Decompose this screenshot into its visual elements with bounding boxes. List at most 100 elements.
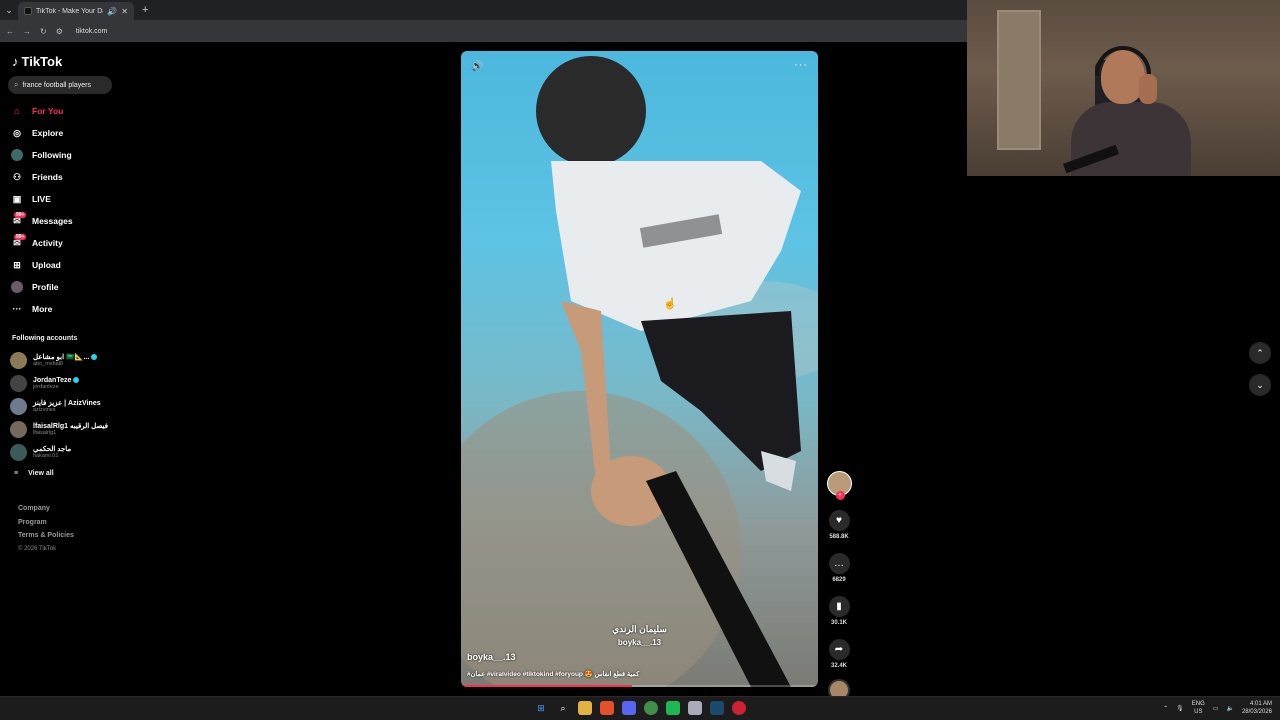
tab-search-chevron-icon[interactable]: ⌄ bbox=[0, 0, 18, 20]
tiktok-logo[interactable]: ♪ TikTok bbox=[12, 54, 62, 69]
tray-chevron-up-icon[interactable]: ⌃ bbox=[1163, 705, 1168, 712]
next-video-chevron-down-icon[interactable]: ⌄ bbox=[1249, 374, 1271, 396]
search-input[interactable]: ⌕ france football players bbox=[8, 76, 112, 94]
nav-messages[interactable]: ✉ 99+ Messages bbox=[10, 210, 120, 232]
nav-label: LIVE bbox=[32, 194, 51, 204]
home-icon: ⌂ bbox=[14, 106, 20, 116]
search-icon: ⌕ bbox=[14, 80, 19, 89]
clock[interactable]: 4:01 AM 28/03/2026 bbox=[1242, 700, 1272, 716]
search-icon[interactable]: ⌕ bbox=[556, 701, 570, 715]
following-account[interactable]: ابو مشاعل 🇸🇦📐... abo_mshal8 bbox=[10, 349, 120, 372]
language-indicator[interactable]: ENG US bbox=[1192, 700, 1205, 716]
nav-profile[interactable]: Profile bbox=[10, 276, 120, 298]
video-player[interactable]: 🔊 ··· سليمان الرندي boyka__.13 boyka__.1… bbox=[461, 51, 818, 687]
following-account[interactable]: عزيز فاينز | AzizVines azizvines bbox=[10, 395, 120, 418]
share-icon[interactable]: ➦ bbox=[828, 639, 850, 660]
view-all-label: View all bbox=[28, 470, 54, 477]
more-options-icon[interactable]: ··· bbox=[794, 59, 808, 71]
notepad-icon[interactable] bbox=[688, 701, 702, 715]
speaker-icon[interactable]: 🔈 bbox=[1226, 705, 1233, 712]
volume-icon[interactable]: 🔊 bbox=[471, 61, 483, 72]
verified-icon bbox=[73, 376, 80, 383]
following-account[interactable]: lfaisalRlg1 فيصل الرقيبه lfaisalrlg1 bbox=[10, 418, 120, 441]
tab-close-icon[interactable]: ✕ bbox=[121, 7, 128, 16]
back-arrow-icon[interactable]: ← bbox=[6, 27, 14, 36]
friends-icon: ⚇ bbox=[12, 171, 22, 182]
nav-more[interactable]: ··· More bbox=[10, 298, 120, 320]
account-name: ابو مشاعل 🇸🇦📐... bbox=[33, 353, 90, 361]
view-all-button[interactable]: ≡ View all bbox=[14, 470, 54, 477]
site-info-icon[interactable]: ⚙ bbox=[56, 27, 63, 36]
footer-terms-link[interactable]: Terms & Policies bbox=[18, 529, 74, 543]
like-count: 588.8K bbox=[829, 534, 849, 540]
account-name: ماجد الحكمي bbox=[33, 445, 72, 453]
account-username: lfaisalrlg1 bbox=[33, 429, 57, 436]
nav-label: More bbox=[32, 304, 53, 314]
network-icon[interactable]: ▭ bbox=[1213, 705, 1219, 712]
like-action[interactable]: ♥ 588.8K bbox=[828, 510, 850, 540]
headset-icon bbox=[1095, 46, 1151, 76]
file-explorer-icon[interactable] bbox=[578, 701, 592, 715]
url-field[interactable]: tiktok.com bbox=[76, 28, 108, 35]
discord-icon[interactable] bbox=[622, 701, 636, 715]
background-door bbox=[997, 10, 1041, 150]
share-action[interactable]: ➦ 32.4K bbox=[828, 639, 850, 669]
creator-avatar[interactable]: + bbox=[826, 471, 852, 500]
comment-icon[interactable]: … bbox=[828, 553, 850, 574]
recording-icon[interactable] bbox=[732, 701, 746, 715]
account-name: lfaisalRlg1 فيصل الرقيبه bbox=[33, 422, 109, 430]
reload-icon[interactable]: ↻ bbox=[40, 27, 47, 36]
browser-tab[interactable]: TikTok - Make Your Day 🔊 ✕ bbox=[18, 2, 134, 20]
tab-title: TikTok - Make Your Day bbox=[36, 7, 104, 15]
nav-label: Following bbox=[32, 150, 72, 160]
progress-fill bbox=[461, 685, 633, 687]
windows-taskbar: ⊞ ⌕ ⌃ 🎙 ENG US ▭ 🔈 4:01 AM 28/03/2026 bbox=[0, 696, 1280, 720]
comment-action[interactable]: … 6829 bbox=[828, 553, 850, 583]
video-caption-username: boyka__.13 bbox=[617, 638, 662, 647]
nav-upload[interactable]: ⊞ Upload bbox=[10, 254, 120, 276]
video-progress-bar[interactable] bbox=[461, 685, 818, 687]
avatar bbox=[10, 375, 27, 392]
save-action[interactable]: ▮ 30.1K bbox=[828, 596, 850, 626]
new-tab-plus-icon[interactable]: + bbox=[142, 4, 148, 16]
nav-friends[interactable]: ⚇ Friends bbox=[10, 166, 120, 188]
account-username: jordanteze bbox=[33, 383, 59, 390]
app-icon-green[interactable] bbox=[666, 701, 680, 715]
streamer-hand bbox=[1139, 74, 1157, 104]
forward-arrow-icon[interactable]: → bbox=[23, 27, 31, 36]
tab-audio-icon[interactable]: 🔊 bbox=[107, 7, 117, 16]
video-author[interactable]: boyka__.13 bbox=[467, 652, 516, 662]
microphone-icon[interactable]: 🎙 bbox=[1176, 705, 1184, 712]
video-actions: + ♥ 588.8K … 6829 ▮ 30.1K ➦ 32.4K bbox=[826, 471, 852, 701]
lang-top: ENG bbox=[1191, 701, 1205, 707]
mouse-cursor-icon: ☝ bbox=[663, 298, 677, 310]
video-description[interactable]: #عمان #viralvideo #tiktokind #foryoup 😍 … bbox=[467, 670, 639, 678]
avatar bbox=[10, 421, 27, 438]
activity-badge: 99+ bbox=[14, 234, 27, 240]
account-username: hakami.01 bbox=[33, 452, 59, 459]
windows-start-icon[interactable]: ⊞ bbox=[534, 701, 548, 715]
nav-for-you[interactable]: ⌂ For You bbox=[10, 100, 120, 122]
sidebar: ♪ TikTok ⌕ france football players ⌂ For… bbox=[0, 42, 120, 696]
nav-label: Activity bbox=[32, 238, 63, 248]
following-account[interactable]: JordanTeze jordanteze bbox=[10, 372, 120, 395]
account-username: azizvines bbox=[33, 406, 56, 413]
avatar bbox=[10, 398, 27, 415]
browser-tab-bar: ⌄ TikTok - Make Your Day 🔊 ✕ + bbox=[0, 0, 967, 20]
following-account[interactable]: ماجد الحكمي hakami.01 bbox=[10, 441, 120, 464]
bookmark-icon[interactable]: ▮ bbox=[828, 596, 850, 617]
follow-plus-icon[interactable]: + bbox=[835, 491, 845, 500]
steam-icon[interactable] bbox=[710, 701, 724, 715]
footer-company-link[interactable]: Company bbox=[18, 502, 74, 516]
copyright: © 2026 TikTok bbox=[18, 545, 57, 552]
nav-live[interactable]: ▣ LIVE bbox=[10, 188, 120, 210]
nav-activity[interactable]: ✉ 99+ Activity bbox=[10, 232, 120, 254]
nav-explore[interactable]: ◎ Explore bbox=[10, 122, 120, 144]
nav-following[interactable]: Following bbox=[10, 144, 120, 166]
chrome-icon[interactable] bbox=[644, 701, 658, 715]
footer-program-link[interactable]: Program bbox=[18, 516, 74, 530]
heart-icon[interactable]: ♥ bbox=[828, 510, 850, 531]
previous-video-chevron-up-icon[interactable]: ⌃ bbox=[1249, 342, 1271, 364]
sidebar-footer: Company Program Terms & Policies © 2026 … bbox=[18, 502, 74, 556]
brave-browser-icon[interactable] bbox=[600, 701, 614, 715]
